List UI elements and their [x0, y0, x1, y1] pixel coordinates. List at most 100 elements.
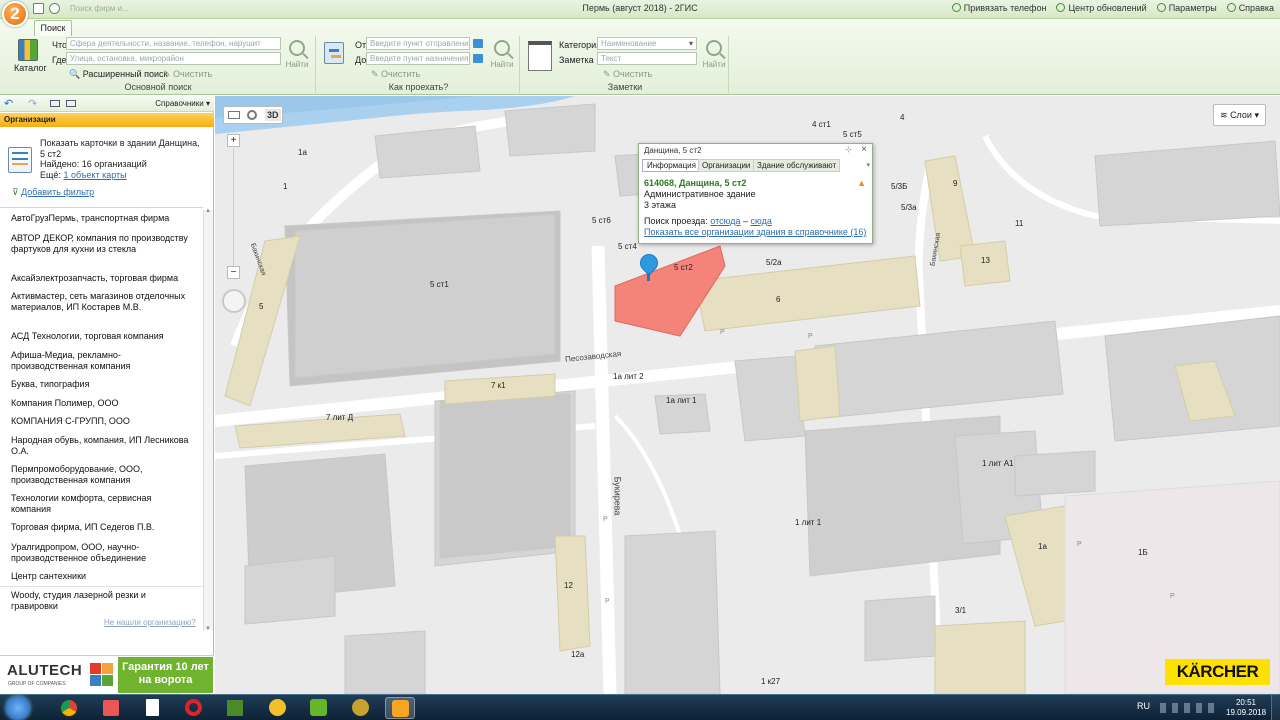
route-to-link[interactable]: сюда [751, 216, 772, 226]
list-scrollbar[interactable]: ▲ ▼ [203, 208, 213, 632]
find-route-button[interactable]: Найти [489, 40, 515, 69]
search-icon [494, 40, 510, 56]
route-button[interactable] [320, 40, 348, 74]
ad-banner[interactable]: ALUTECH GROUP OF COMPANIES Гарантия 10 л… [0, 655, 214, 694]
list-item[interactable]: АСД Технологии, торговая компания [11, 331, 191, 342]
list-item[interactable]: КОМПАНИЯ С-ГРУПП, ООО [11, 416, 191, 427]
language-indicator[interactable]: RU [1137, 701, 1150, 711]
game-taskbar-icon[interactable] [220, 697, 250, 719]
street-label: Букирева [612, 476, 623, 516]
help-icon [1226, 3, 1236, 12]
app-logo-button[interactable]: 2 [2, 1, 28, 27]
taskbar: RU 20:51 19.09.2018 [0, 694, 1280, 720]
building-label: 13 [981, 256, 990, 265]
list-item[interactable]: Пермпромоборудование, ООО, производствен… [11, 464, 191, 485]
link-updates[interactable]: Центр обновлений [1056, 3, 1147, 13]
building-label: 7 к1 [491, 381, 506, 390]
list-item[interactable]: Афиша-Медиа, рекламно-производственная к… [11, 350, 191, 371]
building-label: 5/3Б [891, 182, 908, 191]
tray-icons[interactable] [1160, 703, 1218, 713]
list-item[interactable]: АвтоГрузПермь, транспортная фирма [11, 213, 191, 224]
ad-brand: ALUTECH [7, 662, 83, 679]
link-help[interactable]: Справка [1226, 3, 1274, 13]
building-label: 3/1 [955, 606, 967, 615]
not-found-link[interactable]: Не нашли организацию? [104, 618, 196, 627]
list-item[interactable]: Уралгидропром, ООО, научно-производствен… [11, 542, 191, 563]
utorrent-taskbar-icon[interactable] [303, 697, 333, 719]
list-item[interactable]: АВТОР ДЕКОР, компания по производству фа… [11, 233, 191, 254]
building-label: 5 ст4 [618, 242, 637, 251]
show-desktop-button[interactable] [1271, 695, 1280, 720]
layers-button[interactable]: ≋ Слои ▾ [1213, 104, 1266, 126]
building-label: 1а [1038, 542, 1047, 551]
list-item[interactable]: Woody, студия лазерной резки и гравировк… [11, 590, 191, 611]
list-item[interactable]: Торговая фирма, ИП Седегов П.В. [11, 522, 191, 533]
warning-icon[interactable]: ▲ [857, 178, 866, 188]
building-label: 5 ст6 [592, 216, 611, 225]
note-label: Заметка [559, 55, 594, 65]
file-taskbar-icon[interactable] [137, 697, 167, 719]
group-label-notes: Заметки [607, 82, 643, 92]
category-select[interactable]: Наименование ▾ [597, 37, 697, 50]
find-button[interactable]: Найти [284, 40, 310, 69]
building-label: 11 [1015, 219, 1024, 228]
start-button[interactable] [6, 696, 30, 720]
ad-text: Гарантия 10 лет на ворота [118, 657, 213, 693]
2gis-taskbar-icon[interactable] [385, 697, 415, 719]
list-item[interactable]: Народная обувь, компания, ИП Лесникова О… [11, 435, 191, 456]
search-icon [706, 40, 722, 56]
zoom-track[interactable] [233, 148, 234, 266]
list-item[interactable]: Компания Полимер, ООО [11, 398, 191, 409]
from-input[interactable]: Введите пункт отправления [366, 37, 470, 50]
zoom-in-button[interactable]: + [227, 134, 240, 147]
route-from-link[interactable]: отсюда [710, 216, 740, 226]
to-input[interactable]: Введите пункт назначения [366, 52, 470, 65]
app-taskbar-icon[interactable] [96, 697, 126, 719]
from-pick-icon[interactable] [473, 39, 483, 48]
ruler-icon[interactable] [228, 111, 240, 119]
clock[interactable]: 20:51 19.09.2018 [1226, 698, 1266, 718]
compass-icon[interactable] [222, 289, 246, 313]
clear-notes-button[interactable]: ✎ Очистить [603, 69, 652, 80]
tab-services[interactable]: Здание обслуживают [753, 159, 841, 172]
chevron-down-icon: ▾ [688, 39, 693, 48]
building-label: 12а [571, 650, 585, 659]
pin-icon[interactable]: ⊹ [845, 145, 852, 154]
note-input[interactable]: Текст [597, 52, 697, 65]
category-label: Категория [559, 40, 602, 50]
zoom-out-button[interactable]: − [227, 266, 240, 279]
parking-label: P [808, 333, 813, 340]
tab-info[interactable]: Информация [642, 159, 701, 172]
opera-taskbar-icon[interactable] [178, 697, 208, 719]
rotate-icon[interactable] [247, 110, 257, 120]
tabs-menu-icon[interactable]: ▾ [866, 161, 870, 169]
app2-taskbar-icon[interactable] [262, 697, 292, 719]
layers-icon: ≋ [1220, 110, 1228, 120]
chrome-taskbar-icon[interactable] [54, 697, 84, 719]
list-item[interactable]: Центр сантехники [11, 571, 191, 582]
link-phone[interactable]: Привязать телефон [951, 3, 1046, 13]
find-notes-button[interactable]: Найти [701, 40, 727, 69]
clear-route-button[interactable]: ✎ Очистить [371, 69, 420, 80]
info-popup: Данщина, 5 ст2 ⊹ × Информация Организаци… [638, 143, 873, 244]
building-label: 1а лит 2 [613, 372, 644, 381]
scroll-up-icon[interactable]: ▲ [205, 208, 211, 214]
list-item[interactable]: Активмастер, сеть магазинов отделочных м… [11, 291, 191, 312]
show-all-orgs-link[interactable]: Показать все организации здания в справо… [644, 227, 866, 237]
tab-organizations[interactable]: Организации [698, 159, 755, 172]
list-item[interactable]: Буква, типография [11, 379, 191, 390]
notes-icon[interactable] [528, 41, 552, 71]
scroll-down-icon[interactable]: ▼ [205, 626, 211, 632]
to-pick-icon[interactable] [473, 54, 483, 63]
list-item[interactable]: Технологии комфорта, сервисная компания [11, 493, 191, 514]
3d-toggle[interactable]: 3D [265, 109, 281, 121]
radiation-taskbar-icon[interactable] [345, 697, 375, 719]
close-icon[interactable]: × [861, 144, 867, 155]
list-item[interactable]: Аксайэлектрозапчасть, торговая фирма [11, 273, 191, 284]
karcher-ad[interactable]: KÄRCHER [1165, 659, 1270, 685]
link-settings[interactable]: Параметры [1156, 3, 1217, 13]
building-label: 12 [564, 581, 573, 590]
building-label: 5 ст5 [843, 130, 862, 139]
organization-list: АвтоГрузПермь, транспортная фирма АВТОР … [0, 0, 214, 694]
building-label: 1Б [1138, 548, 1148, 557]
